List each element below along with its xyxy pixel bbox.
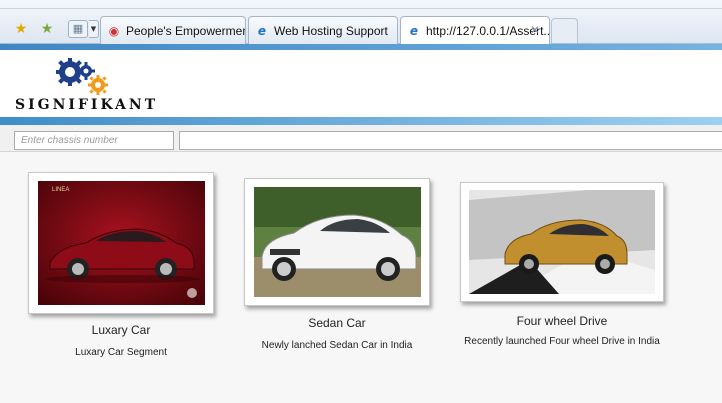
chassis-number-input[interactable] <box>14 131 174 150</box>
ie-favicon-icon: e <box>257 23 267 38</box>
tab-peoples-empowerment[interactable]: ◉ People's Empowerment N... <box>100 16 246 44</box>
tab-list-dropdown-icon[interactable]: ▼ <box>89 20 99 38</box>
close-tab-icon[interactable]: ✕ <box>530 23 540 37</box>
car-description: Recently launched Four wheel Drive in In… <box>464 336 660 347</box>
luxary-car-photo[interactable]: LINEA <box>38 181 205 305</box>
favorites-star-icon[interactable]: ★ <box>12 20 30 38</box>
new-tab-button[interactable] <box>551 18 578 43</box>
car-title[interactable]: Luxary Car <box>28 323 214 337</box>
secondary-search-field[interactable] <box>179 131 722 150</box>
header-accent-strip <box>0 44 722 50</box>
add-favorites-icon[interactable]: ★ <box>38 20 56 38</box>
car-title[interactable]: Four wheel Drive <box>460 314 664 328</box>
car-description: Luxary Car Segment <box>75 347 167 358</box>
sedan-car-photo[interactable] <box>254 187 421 297</box>
ie-favicon-icon: e <box>409 24 419 38</box>
company-logo-text: SIGNIFIKANT <box>15 97 159 113</box>
window-top-border <box>0 8 722 9</box>
car-description: Newly lanched Sedan Car in India <box>261 340 413 351</box>
four-wheel-drive-photo[interactable] <box>469 190 655 294</box>
car-title[interactable]: Sedan Car <box>244 316 430 330</box>
quick-tabs-icon[interactable]: ▦ <box>68 20 88 38</box>
tab-localhost-assert[interactable]: e http://127.0.0.1/Assert... ✕ <box>400 16 550 45</box>
logo-accent-strip <box>0 117 722 125</box>
signifikant-gears-logo-icon <box>56 58 108 95</box>
red-circle-favicon-icon: ◉ <box>108 23 120 38</box>
linea-badge: LINEA <box>52 187 69 193</box>
tab-web-hosting-support[interactable]: e Web Hosting Support <box>248 16 398 44</box>
tab-label: People's Empowerment N... <box>126 23 246 38</box>
tab-label: Web Hosting Support <box>274 23 388 38</box>
